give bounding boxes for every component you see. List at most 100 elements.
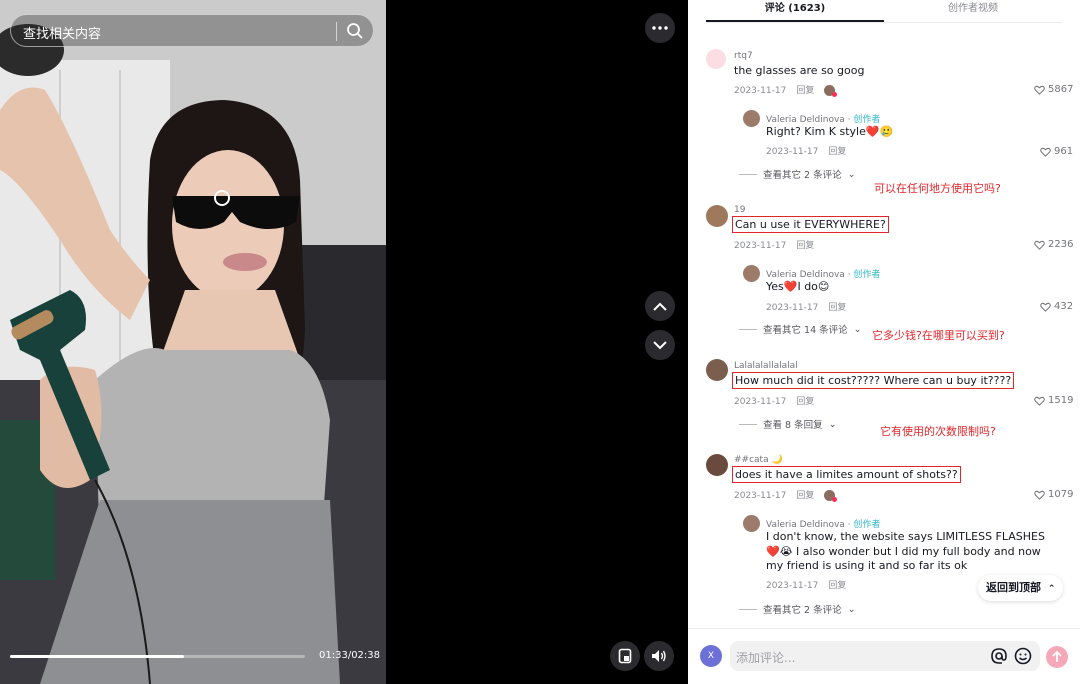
comment-avatar[interactable] <box>706 359 728 381</box>
like-button[interactable]: 1079 <box>1034 489 1073 500</box>
heart-icon <box>1034 490 1045 500</box>
comment-text: Can u use it EVERYWHERE? <box>732 216 889 233</box>
pip-button[interactable] <box>610 641 640 671</box>
volume-icon <box>652 650 666 662</box>
comment-avatar[interactable] <box>706 49 726 69</box>
comment-username[interactable]: rtq7 <box>734 51 753 61</box>
reply-button[interactable]: 回复 <box>828 147 846 157</box>
dash-line <box>739 423 757 425</box>
back-to-top-label: 返回到顶部 <box>986 581 1041 594</box>
creator-tag: 创作者 <box>853 115 881 125</box>
reply-avatar[interactable] <box>743 265 760 282</box>
tab-creator-videos[interactable]: 创作者视频 <box>884 0 1062 22</box>
more-icon <box>652 26 668 30</box>
video-time: 01:33/02:38 <box>319 650 381 661</box>
reply-date: 2023-11-17 <box>766 147 819 157</box>
reply-button[interactable]: 回复 <box>828 303 846 313</box>
picture-in-picture-icon <box>618 648 632 664</box>
chevron-down-icon <box>653 340 667 349</box>
like-count: 2236 <box>1048 239 1074 250</box>
chevron-down-icon: ⌄ <box>828 418 837 430</box>
search-divider <box>336 22 337 41</box>
creator-tag: 创作者 <box>853 270 881 280</box>
video-progress-fill <box>10 655 185 658</box>
translation-annotation: 可以在任何地方使用它吗? <box>874 182 1001 195</box>
reply-avatar[interactable] <box>743 515 760 532</box>
comment-meta: 2023-11-17 回复 <box>734 238 824 251</box>
comment-input[interactable]: 添加评论... <box>730 641 1040 671</box>
comment-meta: 2023-11-17 回复 <box>734 394 824 407</box>
view-more-label: 查看 8 条回复 <box>763 420 823 431</box>
emoji-icon[interactable] <box>1014 647 1032 669</box>
heart-icon <box>1040 302 1051 312</box>
reply-meta: 2023-11-17 回复 <box>766 578 856 591</box>
like-button[interactable]: 2236 <box>1034 239 1073 250</box>
tab-divider <box>706 22 1062 23</box>
comment-username[interactable]: ##cata 🌙 <box>734 455 783 465</box>
chevron-down-icon: ⌄ <box>853 323 862 335</box>
reply-username[interactable]: Valeria Deldinova · 创作者 <box>766 517 880 530</box>
dash-line <box>739 173 757 175</box>
like-button[interactable]: 961 <box>1040 146 1073 157</box>
reply-avatar[interactable] <box>743 110 760 127</box>
like-button[interactable]: 5867 <box>1034 84 1073 95</box>
view-more-replies[interactable]: 查看其它 2 条评论 ⌄ <box>739 602 856 616</box>
mention-icon[interactable] <box>990 647 1008 669</box>
reply-button[interactable]: 回复 <box>796 241 814 251</box>
heart-icon <box>1034 240 1045 250</box>
more-options-button[interactable] <box>645 13 675 43</box>
chevron-down-icon: ⌄ <box>847 603 856 615</box>
heart-icon <box>1034 85 1045 95</box>
view-more-replies[interactable]: 查看 8 条回复 ⌄ <box>739 417 837 431</box>
comment-text: does it have a limites amount of shots?? <box>732 466 961 483</box>
send-button[interactable] <box>1046 646 1068 668</box>
player-controls-area <box>386 0 688 684</box>
comment-username[interactable]: Lalalalallalalal <box>734 361 798 371</box>
reply-username[interactable]: Valeria Deldinova · 创作者 <box>766 267 880 280</box>
volume-button[interactable] <box>644 641 674 671</box>
reply-text-line: ❤️😭 I also wonder but I did my full body… <box>766 545 1041 558</box>
reply-username[interactable]: Valeria Deldinova · 创作者 <box>766 112 880 125</box>
comment-input-placeholder: 添加评论... <box>736 651 796 665</box>
current-user-avatar[interactable]: X <box>700 645 722 667</box>
search-bar[interactable]: 查找相关内容 <box>10 14 374 47</box>
view-more-replies[interactable]: 查看其它 14 条评论 ⌄ <box>739 322 862 336</box>
like-button[interactable]: 1519 <box>1034 395 1073 406</box>
like-count: 961 <box>1054 146 1074 157</box>
comment-avatar[interactable] <box>706 454 728 476</box>
tab-comments[interactable]: 评论 (1623) <box>706 0 884 22</box>
like-count: 1079 <box>1048 489 1074 500</box>
like-button[interactable]: 432 <box>1040 301 1073 312</box>
search-icon[interactable] <box>345 21 365 41</box>
reply-button[interactable]: 回复 <box>796 397 814 407</box>
reply-button[interactable]: 回复 <box>796 86 814 96</box>
translation-annotation: 它有使用的次数限制吗? <box>880 425 996 438</box>
video-player[interactable]: 查找相关内容 01:33/02:38 <box>0 0 386 684</box>
back-to-top-button[interactable]: 返回到顶部 ⌃ <box>978 575 1064 601</box>
comment-username[interactable]: 19 <box>734 205 745 215</box>
video-progress-bar[interactable] <box>10 655 305 658</box>
like-count: 432 <box>1054 301 1074 312</box>
comment-date: 2023-11-17 <box>734 491 787 501</box>
comment-meta: 2023-11-17 回复 <box>734 83 845 97</box>
view-more-label: 查看其它 2 条评论 <box>763 605 842 616</box>
comment-avatar[interactable] <box>706 205 728 227</box>
reply-text: Right? Kim K style❤️🥲 <box>766 125 894 138</box>
translation-annotation: 它多少钱?在哪里可以买到? <box>872 329 1005 342</box>
dash-line <box>739 608 757 610</box>
dash-line <box>739 328 757 330</box>
search-placeholder: 查找相关内容 <box>23 27 102 42</box>
previous-video-button[interactable] <box>645 291 675 321</box>
arrow-up-icon <box>1052 650 1062 662</box>
reply-meta: 2023-11-17 回复 <box>766 300 856 313</box>
chevron-down-icon: ⌄ <box>847 168 856 180</box>
like-count: 5867 <box>1048 84 1074 95</box>
creator-liked-badge <box>824 85 838 97</box>
next-video-button[interactable] <box>645 330 675 360</box>
video-frame <box>0 0 386 684</box>
reply-button[interactable]: 回复 <box>828 581 846 591</box>
reply-button[interactable]: 回复 <box>796 491 814 501</box>
like-count: 1519 <box>1048 395 1074 406</box>
view-more-replies[interactable]: 查看其它 2 条评论 ⌄ <box>739 167 856 181</box>
reply-username-text: Valeria Deldinova <box>766 270 845 280</box>
